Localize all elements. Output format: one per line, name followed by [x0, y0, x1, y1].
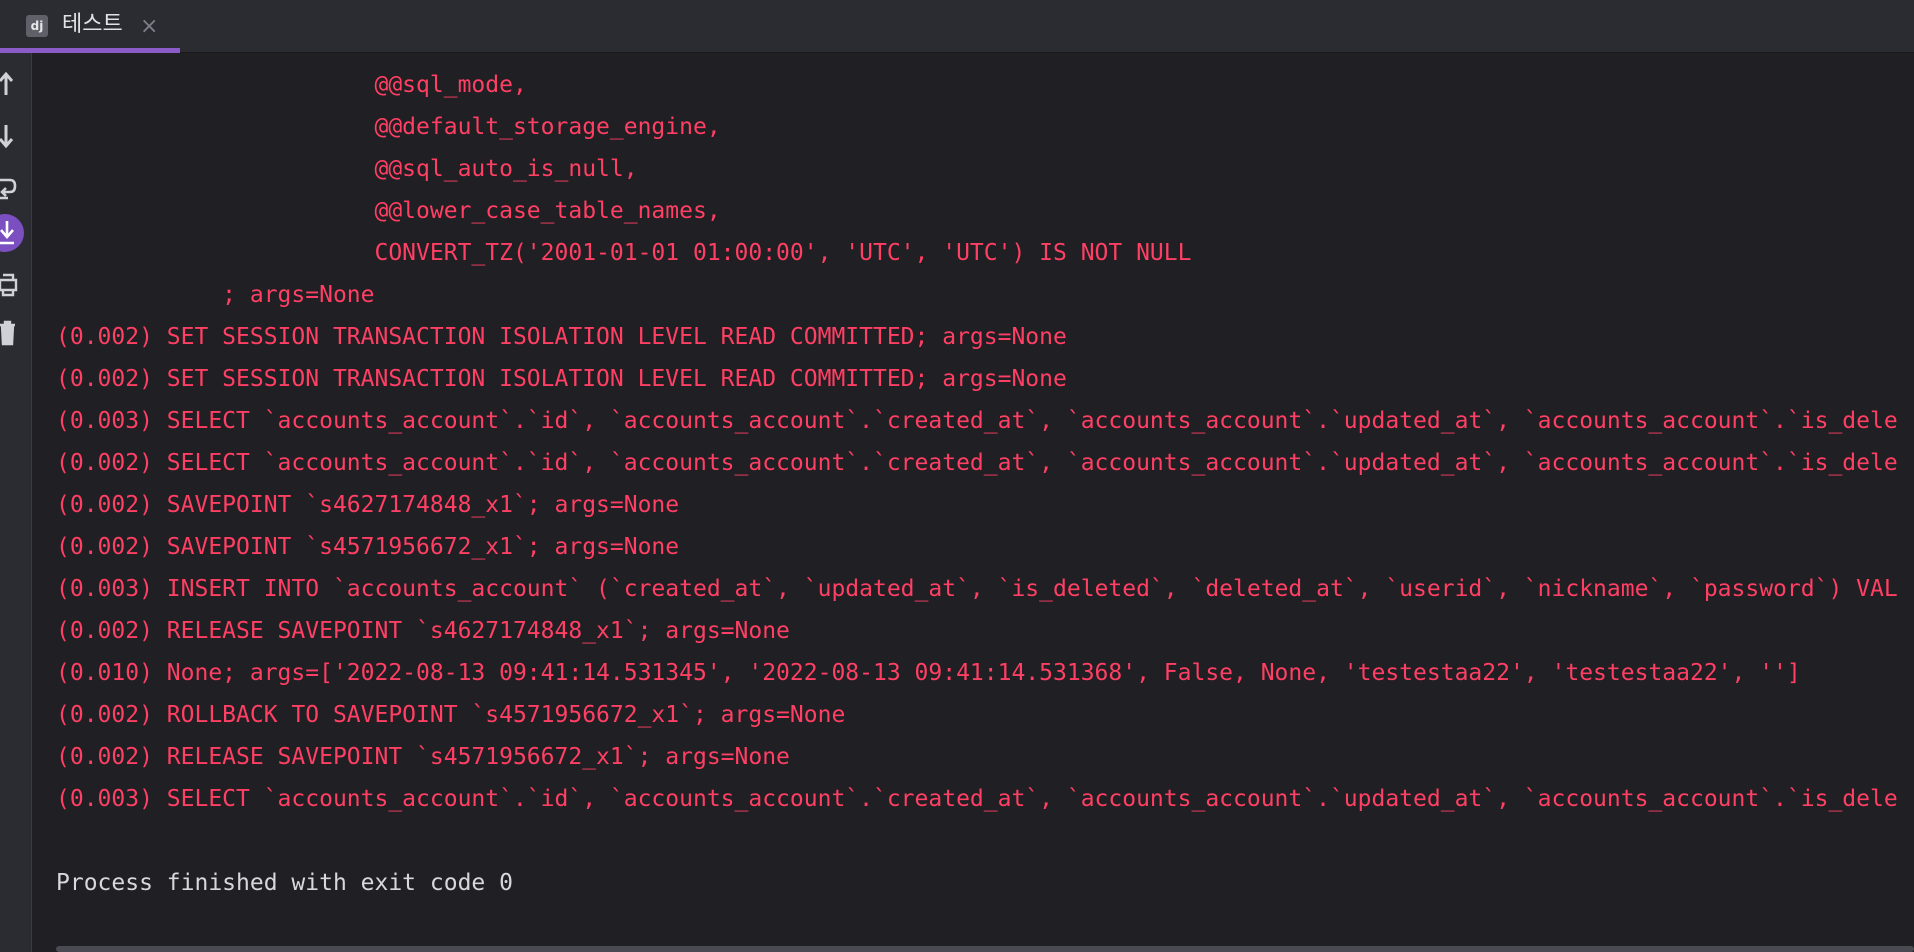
console-output[interactable]: @@sql_mode, @@default_storage_engine, @@…: [32, 53, 1914, 940]
run-console-window: dj 테스트 × @@sql_mode, @@default_storage_e…: [0, 0, 1914, 952]
console-line: (0.002) SELECT `accounts_account`.`id`, …: [56, 450, 1898, 476]
console-line: (0.003) SELECT `accounts_account`.`id`, …: [56, 408, 1898, 434]
console-line: (0.002) RELEASE SAVEPOINT `s4571956672_x…: [56, 744, 790, 770]
tab-bar: dj 테스트 ×: [0, 0, 1914, 53]
print-icon[interactable]: [0, 267, 24, 301]
console-line: CONVERT_TZ('2001-01-01 01:00:00', 'UTC',…: [56, 240, 1192, 266]
tab-label: 테스트: [62, 12, 123, 37]
up-arrow-icon[interactable]: [0, 67, 24, 101]
horizontal-scrollbar[interactable]: [56, 946, 1914, 952]
console-line: (0.002) SAVEPOINT `s4571956672_x1`; args…: [56, 534, 680, 560]
console-line: (0.002) ROLLBACK TO SAVEPOINT `s45719566…: [56, 702, 846, 728]
console-line: (0.002) SET SESSION TRANSACTION ISOLATIO…: [56, 366, 1067, 392]
console-line: ; args=None: [56, 282, 375, 308]
console-line: @@default_storage_engine,: [56, 114, 721, 140]
console-line: @@sql_mode,: [56, 72, 527, 98]
trash-icon[interactable]: [0, 315, 24, 349]
process-exit-message: Process finished with exit code 0: [56, 870, 513, 896]
console-line: (0.002) RELEASE SAVEPOINT `s4627174848_x…: [56, 618, 790, 644]
console-line: (0.002) SAVEPOINT `s4627174848_x1`; args…: [56, 492, 680, 518]
console-line: (0.010) None; args=['2022-08-13 09:41:14…: [56, 660, 1801, 686]
close-icon[interactable]: ×: [140, 14, 158, 40]
console-toolbar: [0, 53, 32, 952]
tab-test-run[interactable]: dj 테스트 ×: [0, 0, 180, 53]
console-line: @@lower_case_table_names,: [56, 198, 721, 224]
console-line: (0.003) SELECT `accounts_account`.`id`, …: [56, 786, 1898, 812]
django-icon: dj: [26, 15, 48, 37]
down-arrow-icon[interactable]: [0, 119, 24, 153]
console-line: (0.003) INSERT INTO `accounts_account` (…: [56, 576, 1898, 602]
console-line: (0.002) SET SESSION TRANSACTION ISOLATIO…: [56, 324, 1067, 350]
console-line: @@sql_auto_is_null,: [56, 156, 638, 182]
soft-wrap-icon[interactable]: [0, 171, 24, 205]
scroll-to-end-icon[interactable]: [0, 216, 24, 250]
